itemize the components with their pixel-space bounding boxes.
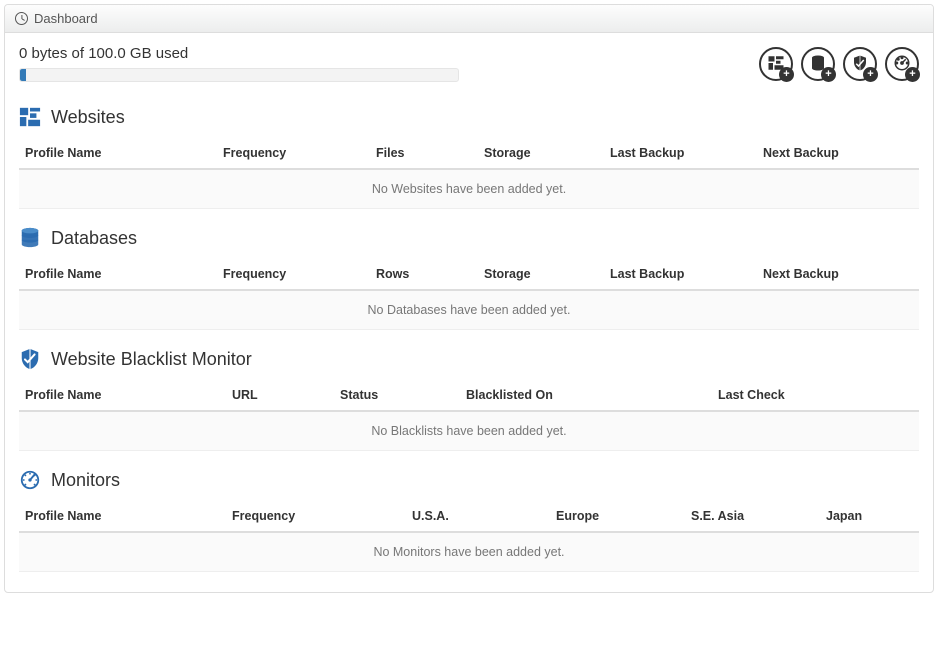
table-empty-row: No Databases have been added yet. bbox=[19, 290, 919, 330]
col-last-backup: Last Backup bbox=[604, 138, 757, 169]
plus-icon: + bbox=[779, 67, 794, 82]
section-monitors: Monitors Profile Name Frequency U.S.A. E… bbox=[19, 469, 919, 572]
monitors-table: Profile Name Frequency U.S.A. Europe S.E… bbox=[19, 501, 919, 572]
col-url: URL bbox=[226, 380, 334, 411]
section-header-databases: Databases bbox=[19, 227, 919, 249]
blacklist-table: Profile Name URL Status Blacklisted On L… bbox=[19, 380, 919, 451]
table-empty-row: No Monitors have been added yet. bbox=[19, 532, 919, 572]
plus-icon: + bbox=[821, 67, 836, 82]
plus-icon: + bbox=[905, 67, 920, 82]
database-icon bbox=[19, 227, 41, 249]
websites-icon bbox=[19, 106, 41, 128]
databases-table: Profile Name Frequency Rows Storage Last… bbox=[19, 259, 919, 330]
col-japan: Japan bbox=[820, 501, 919, 532]
col-seasia: S.E. Asia bbox=[685, 501, 820, 532]
section-title: Monitors bbox=[51, 470, 120, 491]
usage-text: 0 bytes of 100.0 GB used bbox=[19, 45, 739, 62]
empty-message: No Websites have been added yet. bbox=[19, 169, 919, 209]
shield-icon bbox=[19, 348, 41, 370]
col-profile-name: Profile Name bbox=[19, 380, 226, 411]
col-blacklisted-on: Blacklisted On bbox=[460, 380, 712, 411]
panel-body: 0 bytes of 100.0 GB used + + bbox=[5, 33, 933, 592]
panel-title: Dashboard bbox=[34, 11, 98, 26]
section-blacklist: Website Blacklist Monitor Profile Name U… bbox=[19, 348, 919, 451]
col-europe: Europe bbox=[550, 501, 685, 532]
add-monitor-button[interactable]: + bbox=[885, 47, 919, 81]
col-next-backup: Next Backup bbox=[757, 138, 919, 169]
section-databases: Databases Profile Name Frequency Rows St… bbox=[19, 227, 919, 330]
usage-row: 0 bytes of 100.0 GB used + + bbox=[19, 45, 919, 82]
usage-progress-bar bbox=[20, 69, 26, 81]
add-blacklist-button[interactable]: + bbox=[843, 47, 877, 81]
gauge-icon bbox=[19, 469, 41, 491]
col-storage: Storage bbox=[478, 138, 604, 169]
table-empty-row: No Blacklists have been added yet. bbox=[19, 411, 919, 451]
col-files: Files bbox=[370, 138, 478, 169]
table-empty-row: No Websites have been added yet. bbox=[19, 169, 919, 209]
col-rows: Rows bbox=[370, 259, 478, 290]
add-database-button[interactable]: + bbox=[801, 47, 835, 81]
clock-icon bbox=[15, 12, 28, 25]
col-usa: U.S.A. bbox=[406, 501, 550, 532]
usage-progress bbox=[19, 68, 459, 82]
col-last-backup: Last Backup bbox=[604, 259, 757, 290]
dashboard-panel: Dashboard 0 bytes of 100.0 GB used + bbox=[4, 4, 934, 593]
section-title: Websites bbox=[51, 107, 125, 128]
action-icons: + + + + bbox=[759, 45, 919, 81]
col-frequency: Frequency bbox=[217, 138, 370, 169]
usage-block: 0 bytes of 100.0 GB used bbox=[19, 45, 739, 82]
col-profile-name: Profile Name bbox=[19, 138, 217, 169]
col-frequency: Frequency bbox=[226, 501, 406, 532]
panel-header: Dashboard bbox=[5, 5, 933, 33]
empty-message: No Databases have been added yet. bbox=[19, 290, 919, 330]
col-status: Status bbox=[334, 380, 460, 411]
section-header-blacklist: Website Blacklist Monitor bbox=[19, 348, 919, 370]
section-title: Website Blacklist Monitor bbox=[51, 349, 252, 370]
col-last-check: Last Check bbox=[712, 380, 919, 411]
col-profile-name: Profile Name bbox=[19, 501, 226, 532]
col-storage: Storage bbox=[478, 259, 604, 290]
col-frequency: Frequency bbox=[217, 259, 370, 290]
plus-icon: + bbox=[863, 67, 878, 82]
section-websites: Websites Profile Name Frequency Files St… bbox=[19, 106, 919, 209]
section-header-websites: Websites bbox=[19, 106, 919, 128]
section-header-monitors: Monitors bbox=[19, 469, 919, 491]
empty-message: No Blacklists have been added yet. bbox=[19, 411, 919, 451]
section-title: Databases bbox=[51, 228, 137, 249]
websites-table: Profile Name Frequency Files Storage Las… bbox=[19, 138, 919, 209]
add-website-button[interactable]: + bbox=[759, 47, 793, 81]
empty-message: No Monitors have been added yet. bbox=[19, 532, 919, 572]
col-profile-name: Profile Name bbox=[19, 259, 217, 290]
col-next-backup: Next Backup bbox=[757, 259, 919, 290]
